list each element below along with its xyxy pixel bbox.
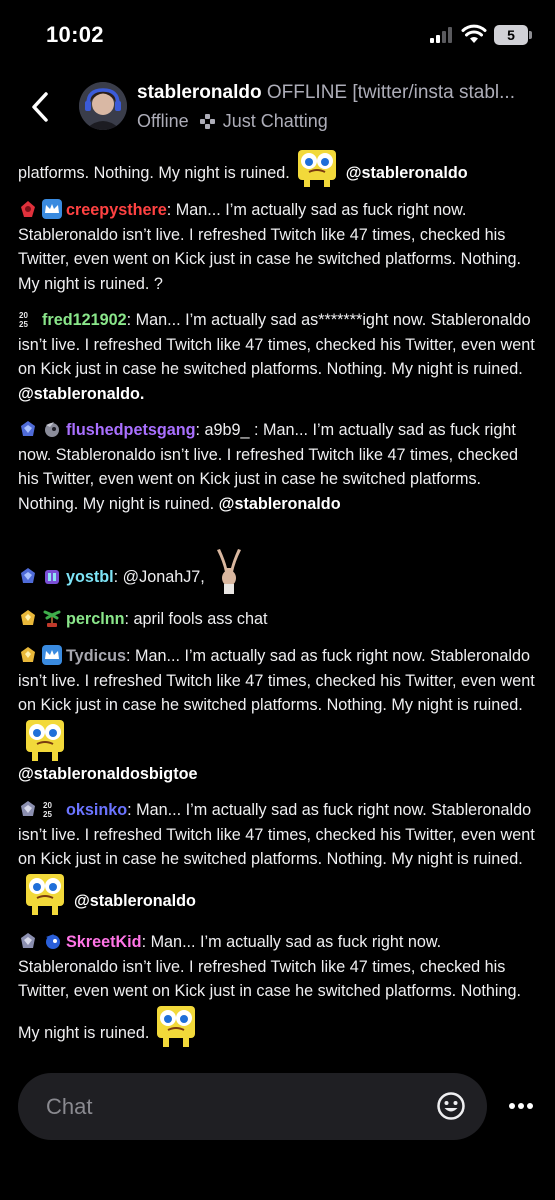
svg-text:20: 20 [19,311,28,320]
stream-title: OFFLINE [twitter/insta stabl... [261,82,515,103]
gem-badge[interactable] [18,799,38,819]
stream-category[interactable]: Just Chatting [223,111,328,132]
mention[interactable]: @stableronaldo [74,892,196,910]
sonic-badge[interactable] [42,931,62,951]
gold-badge[interactable] [18,645,38,665]
chat-message: yostbl: @JonahJ7, [18,548,540,594]
svg-text:25: 25 [43,810,52,819]
sad-spongebob-emote [22,718,68,762]
message-text: platforms. Nothing. My night is ruined. [18,164,290,182]
gold-badge[interactable] [18,608,38,628]
sad-spongebob-emote [294,148,340,188]
chat-username[interactable]: flushedpetsgang [66,421,196,439]
gamepad-icon [199,113,216,130]
sonic-badge[interactable] [42,419,62,439]
channel-title[interactable]: stableronaldo OFFLINE [twitter/insta sta… [137,82,553,104]
mention[interactable]: @stableronaldo [219,495,341,513]
chat-message: SkreetKid: Man... I’m actually sad as fu… [18,930,540,1048]
chat-username[interactable]: SkreetKid [66,933,142,951]
mention[interactable]: @stableronaldo. [18,385,144,403]
smiley-icon[interactable] [436,1091,466,1121]
chat-message: platforms. Nothing. My night is ruined. @… [18,148,540,188]
status-time: 10:02 [46,22,104,47]
chat-input[interactable]: Chat [18,1073,487,1140]
svg-text:20: 20 [43,801,52,810]
message-text: : april fools ass chat [124,610,268,628]
crown-badge[interactable] [42,199,62,219]
channel-subtitle: Offline Just Chatting [137,111,328,132]
avatar[interactable] [79,82,127,130]
gem-badge[interactable] [18,419,38,439]
chat-username[interactable]: creepysthere [66,201,167,219]
status-bar: 10:02 5 [0,0,555,70]
chat-username[interactable]: Tydicus [66,647,126,665]
stream-status: Offline [137,111,189,131]
gem-badge[interactable] [18,566,38,586]
chat-username[interactable]: fred121902 [42,311,127,329]
chat-message: flushedpetsgang: a9b9_ : Man... I’m actu… [18,418,540,516]
2025-badge[interactable]: 20 25 [18,309,38,329]
chevron-left-icon[interactable] [26,88,56,126]
sad-spongebob-emote [22,872,68,916]
chat-username[interactable]: yostbl [66,568,114,586]
mention[interactable]: @stableronaldosbigtoe [18,765,197,783]
battery-tip [529,31,532,39]
palm-tree-badge[interactable] [42,608,62,628]
wifi-icon [461,24,487,43]
chat-message: perclnn: april fools ass chat [18,607,540,632]
chat-username[interactable]: perclnn [66,610,124,628]
2025-badge[interactable]: 20 25 [42,799,62,819]
sub-badge[interactable] [18,199,38,219]
more-dots-icon[interactable] [507,1096,535,1116]
mention[interactable]: @stableronaldo [346,164,468,182]
chat-message: creepysthere: Man... I’m actually sad as… [18,198,540,296]
sad-spongebob-emote [153,1004,199,1048]
chat-message: Tydicus: Man... I’m actually sad as fuck… [18,644,540,786]
crown-badge[interactable] [42,645,62,665]
message-text: : @JonahJ7, [113,568,205,586]
chat-message: 20 25 fred121902: Man... I’m actually sad … [18,308,540,406]
gem-badge[interactable] [18,931,38,951]
svg-text:25: 25 [19,320,28,329]
chat-input-placeholder: Chat [46,1094,93,1119]
channel-name: stableronaldo [137,82,262,103]
chat-message: 20 25 oksinko: Man... I’m actually sad as … [18,798,540,916]
cellular-signal-icon [430,27,454,43]
channel-header: stableronaldo OFFLINE [twitter/insta sta… [0,70,555,146]
sub-badge[interactable] [42,566,62,586]
raised-hands-emote [209,548,249,594]
chat-username[interactable]: oksinko [66,801,127,819]
battery-indicator: 5 [494,25,528,45]
